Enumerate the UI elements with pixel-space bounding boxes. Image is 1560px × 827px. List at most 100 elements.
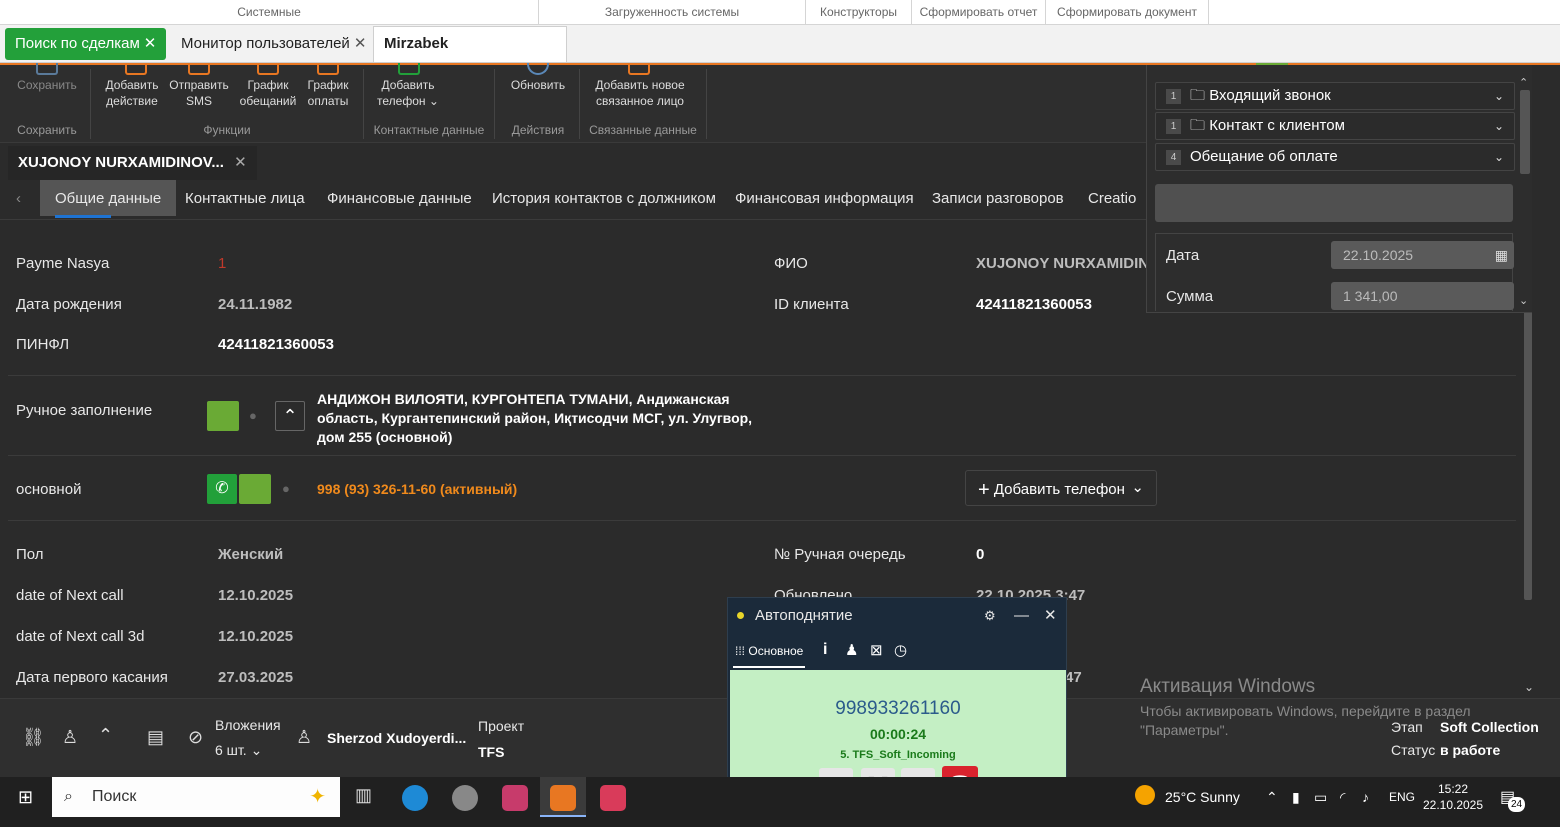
chevron-up-icon[interactable]: ⌃	[1519, 76, 1528, 89]
refresh-icon	[527, 63, 549, 75]
comment-field[interactable]	[1155, 184, 1513, 222]
refresh-button[interactable]: Обновить	[504, 77, 572, 93]
subtab-creatio[interactable]: Creatio	[1088, 180, 1136, 216]
accordion-client-contact[interactable]: 1 🗀 Контакт с клиентом ⌄	[1155, 112, 1515, 140]
close-icon[interactable]: ✕	[354, 35, 367, 52]
owner-name[interactable]: Sherzod Xudoyerdi...	[327, 730, 466, 746]
menu-constructors[interactable]: Конструкторы	[806, 0, 912, 25]
folder-icon: 🗀	[1190, 87, 1206, 104]
birth-label: Дата рождения	[16, 296, 122, 313]
clock-app-icon[interactable]	[452, 785, 478, 811]
slack-icon[interactable]	[502, 785, 528, 811]
softphone-title: Автоподнятие	[755, 607, 853, 624]
menu-system[interactable]: Системные	[0, 0, 539, 25]
record-subtabs: ‹ Общие данные Контактные лица Финансовы…	[0, 180, 1146, 220]
attachments-label: Вложения	[215, 717, 281, 733]
chevron-down-icon[interactable]: ⌄	[1524, 680, 1534, 694]
call-project: 5. TFS_Soft_Incoming	[840, 749, 956, 761]
subtab-financial-data[interactable]: Финансовые данные	[327, 180, 472, 216]
sms-icon	[188, 63, 210, 75]
chevron-left-icon[interactable]: ‹	[16, 180, 21, 216]
accordion-payment-promise[interactable]: 4 Обещание об оплате ⌄	[1155, 143, 1515, 171]
group-related-data-label: Связанные данные	[589, 123, 697, 137]
count-badge: 4	[1166, 150, 1181, 165]
chevron-down-icon: ⌄	[250, 742, 263, 758]
menu-make-report[interactable]: Сформировать отчет	[912, 0, 1046, 25]
wifi-icon[interactable]: ◜	[1340, 777, 1345, 817]
queue-label: № Ручная очередь	[774, 546, 906, 563]
separator	[363, 69, 364, 139]
battery-icon[interactable]: ▭	[1314, 777, 1327, 817]
divider	[8, 375, 1516, 376]
search-placeholder: Поиск	[92, 788, 137, 805]
calculator-icon[interactable]: ▤	[147, 727, 164, 748]
weather[interactable]: 25°C Sunny	[1165, 777, 1240, 817]
subtab-contacts[interactable]: Контактные лица	[185, 180, 305, 216]
calendar-icon	[317, 63, 339, 75]
payment-schedule-button[interactable]: График оплаты	[302, 77, 354, 109]
subtab-contact-history[interactable]: История контактов с должником	[492, 180, 716, 216]
volume-icon[interactable]: ♪	[1362, 777, 1369, 817]
softphone-tab-main[interactable]: ⁞⁞⁞ Основное	[733, 634, 806, 668]
active-app-slot[interactable]	[540, 777, 586, 817]
info-icon[interactable]: i	[823, 641, 827, 659]
attachments-count[interactable]: 6 шт. ⌄	[215, 742, 262, 759]
subtab-call-records[interactable]: Записи разговоров	[932, 180, 1064, 216]
minimize-icon[interactable]: —	[1014, 598, 1029, 634]
attachments-count-value: 6 шт.	[215, 742, 247, 758]
add-phone-ribbon-button[interactable]: Добавить телефон ⌄	[372, 77, 444, 109]
promise-schedule-button[interactable]: График обещаний	[236, 77, 300, 109]
link-icon[interactable]: ⛓	[22, 727, 45, 748]
gear-icon[interactable]: ⚙	[984, 598, 996, 634]
sum-input[interactable]: 1 341,00	[1331, 282, 1514, 310]
edge-icon[interactable]	[402, 785, 428, 811]
close-icon[interactable]: ✕	[144, 35, 157, 52]
clock[interactable]: 15:22 22.10.2025	[1420, 781, 1486, 813]
app-icon[interactable]	[600, 785, 626, 811]
add-phone-button-label: Добавить телефон	[993, 481, 1125, 498]
chevron-up-icon[interactable]: ⌃	[275, 401, 305, 431]
user-icon[interactable]: ♙	[62, 727, 78, 748]
user-icon[interactable]: ♟	[845, 641, 858, 659]
contacts-icon[interactable]: ⊠	[870, 641, 883, 659]
tab-label: Поиск по сделкам	[15, 35, 140, 52]
tab-user-monitor[interactable]: Монитор пользователей ✕	[171, 28, 376, 60]
add-related-person-button[interactable]: Добавить новое связанное лицо	[588, 77, 692, 109]
paperclip-icon[interactable]: ⊘	[188, 727, 203, 748]
send-sms-button[interactable]: Отправить SMS	[166, 77, 232, 109]
first-touch-value: 27.03.2025	[218, 669, 294, 686]
menu-make-document[interactable]: Сформировать документ	[1046, 0, 1209, 25]
language-indicator[interactable]: ENG	[1389, 777, 1415, 817]
taskbar-search[interactable]: ⌕ Поиск ✦	[52, 777, 340, 817]
count-badge: 1	[1166, 89, 1181, 104]
phone-value[interactable]: 998 (93) 326-11-60 (активный)	[317, 481, 517, 497]
close-icon[interactable]: ✕	[234, 154, 247, 171]
chevrons-up-icon[interactable]: ⌃	[98, 725, 113, 746]
call-number[interactable]: 998933261160	[730, 698, 1066, 720]
microphone-icon[interactable]: ▮	[1292, 777, 1300, 817]
tab-deal-search[interactable]: Поиск по сделкам ✕	[5, 28, 167, 60]
chevron-down-icon: ⌄	[1493, 89, 1504, 103]
call-phone-button[interactable]: ✆	[207, 474, 237, 504]
accordion-incoming-call[interactable]: 1 🗀 Входящий звонок ⌄	[1155, 82, 1515, 110]
record-title-tab[interactable]: XUJONOY NURXAMIDINOV... ✕	[8, 146, 257, 180]
tab-record[interactable]: Mirzabek Nematullaev✕	[373, 26, 567, 86]
date-input[interactable]: 22.10.2025 ▦	[1331, 241, 1514, 269]
task-view-icon[interactable]: ▥	[355, 785, 372, 806]
history-icon[interactable]: ◷	[894, 641, 907, 659]
creatio-icon	[550, 785, 576, 811]
subtab-general[interactable]: Общие данные	[40, 180, 177, 218]
tab-main-label: Основное	[748, 644, 804, 658]
panel-scrollbar[interactable]	[1520, 90, 1530, 174]
add-action-button[interactable]: Добавить действие	[102, 77, 162, 109]
menu-system-load[interactable]: Загруженность системы	[539, 0, 806, 25]
group-actions-label: Действия	[511, 123, 565, 137]
add-phone-button[interactable]: + Добавить телефон ⌄	[965, 470, 1157, 506]
windows-start-icon[interactable]: ⊞	[18, 787, 33, 808]
chevron-up-icon[interactable]: ⌃	[1266, 777, 1278, 817]
chevron-down-icon[interactable]: ⌄	[1519, 294, 1528, 307]
calendar-icon[interactable]: ▦	[1495, 241, 1508, 269]
close-icon[interactable]: ✕	[1044, 598, 1057, 634]
subtab-financial-info[interactable]: Финансовая информация	[735, 180, 914, 216]
save-button[interactable]: Сохранить	[14, 77, 80, 93]
